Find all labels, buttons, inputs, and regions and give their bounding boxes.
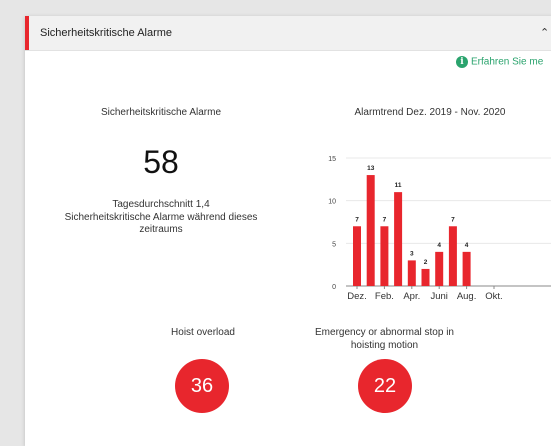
data-label: 4: [437, 242, 441, 249]
panel-header[interactable]: Sicherheitskritische Alarme ⌃: [25, 16, 551, 51]
panel-title: Sicherheitskritische Alarme: [40, 27, 173, 39]
data-label: 7: [451, 216, 455, 223]
y-tick-label: 15: [328, 156, 336, 163]
bar-Aug.: [462, 251, 471, 286]
x-tick-label: Dez.: [347, 291, 367, 302]
learn-more-link[interactable]: i Erfahren Sie me: [456, 56, 543, 72]
header-accent-bar: [25, 16, 29, 50]
kpi-desc-line1: Tagesdurchschnitt 1,4: [112, 199, 210, 210]
bar-Mai: [421, 268, 430, 286]
data-label: 3: [410, 250, 414, 257]
bar-Juni: [435, 251, 444, 286]
info-icon: i: [456, 56, 468, 68]
x-tick-label: Apr.: [403, 291, 420, 302]
bar-Dez.: [353, 226, 361, 286]
y-tick-label: 5: [332, 241, 336, 248]
stat-hoist-overload: Hoist overload: [143, 327, 263, 340]
kpi-description: Tagesdurchschnitt 1,4 Sicherheitskritisc…: [45, 199, 277, 237]
data-label: 7: [355, 216, 359, 223]
data-label: 7: [383, 216, 387, 223]
kpi-desc-line2: Sicherheitskritische Alarme während dies…: [64, 211, 258, 223]
bar-Apr.: [407, 260, 416, 286]
kpi-title: Sicherheitskritische Alarme: [100, 107, 222, 118]
chart-title: Alarmtrend Dez. 2019 - Nov. 2020: [354, 107, 506, 118]
x-tick-label: Juni: [430, 291, 447, 302]
y-tick-label: 10: [328, 199, 336, 206]
stat-value-circle: 36: [175, 359, 229, 413]
bar-Juli: [448, 226, 457, 286]
data-label: 13: [367, 165, 375, 172]
stat-label-line2: hoisting motion: [350, 339, 419, 351]
bar-März: [394, 192, 403, 286]
x-tick-label: Okt.: [485, 291, 502, 302]
stat-label-line1: Emergency or abnormal stop in: [315, 327, 454, 338]
data-label: 2: [424, 259, 428, 266]
chevron-up-icon[interactable]: ⌃: [540, 26, 549, 39]
alarm-panel: Sicherheitskritische Alarme ⌃ i Erfahren …: [25, 16, 551, 446]
kpi-desc-line3: zeitraums: [139, 224, 183, 235]
learn-more-label: Erfahren Sie me: [471, 56, 544, 68]
alarm-trend-chart: 0 5 10 15 7 13 7 11 3 2 4 7 4 Dez. Feb. Apr. Juni Aug. Okt…: [328, 156, 551, 302]
data-label: 4: [465, 242, 469, 249]
x-tick-label: Feb.: [375, 291, 394, 302]
y-tick-label: 0: [332, 284, 336, 291]
stat-emergency-stop: Emergency or abnormal stop in hoisting m…: [297, 327, 472, 352]
stat-value-circle: 22: [358, 359, 412, 413]
stat-label: Hoist overload: [171, 327, 235, 338]
x-tick-label: Aug.: [457, 291, 477, 302]
kpi-value: 58: [143, 144, 179, 180]
bar-Feb.: [380, 226, 389, 286]
bar-Jan.: [366, 175, 375, 286]
data-label: 11: [395, 182, 402, 189]
